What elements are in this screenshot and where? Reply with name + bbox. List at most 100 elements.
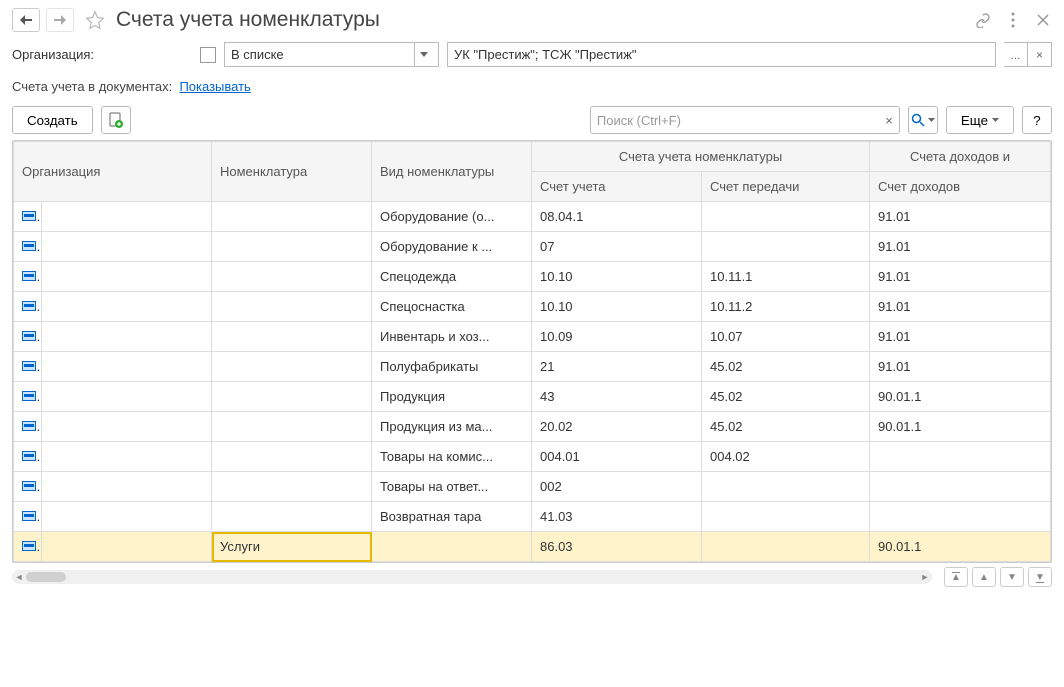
table-cell[interactable]: Товары на комис... [372, 442, 532, 472]
table-cell[interactable] [42, 412, 212, 442]
table-cell[interactable]: 10.09 [532, 322, 702, 352]
table-row[interactable]: Возвратная тара41.03 [14, 502, 1051, 532]
table-cell[interactable] [212, 322, 372, 352]
table-cell[interactable]: 10.07 [702, 322, 870, 352]
table-cell[interactable]: 91.01 [870, 262, 1051, 292]
table-cell[interactable] [212, 502, 372, 532]
col-header-account[interactable]: Счет учета [532, 172, 702, 202]
table-cell[interactable] [212, 292, 372, 322]
table-cell[interactable]: Возвратная тара [372, 502, 532, 532]
table-cell[interactable]: 41.03 [532, 502, 702, 532]
col-header-kind[interactable]: Вид номенклатуры [372, 142, 532, 202]
table-cell[interactable] [42, 292, 212, 322]
table-cell[interactable]: 004.01 [532, 442, 702, 472]
table-cell[interactable]: Товары на ответ... [372, 472, 532, 502]
table-cell[interactable] [212, 202, 372, 232]
table-cell[interactable]: 21 [532, 352, 702, 382]
table-cell[interactable]: 10.10 [532, 292, 702, 322]
table-cell[interactable]: 43 [532, 382, 702, 412]
dropdown-toggle-icon[interactable] [414, 43, 432, 66]
table-cell[interactable] [14, 442, 42, 472]
search-input[interactable]: Поиск (Ctrl+F) × [590, 106, 900, 134]
table-cell[interactable] [212, 442, 372, 472]
table-cell[interactable] [42, 322, 212, 352]
table-row[interactable]: Полуфабрикаты2145.0291.01 [14, 352, 1051, 382]
filter-clear-button[interactable]: × [1028, 42, 1052, 67]
table-cell[interactable] [42, 502, 212, 532]
filter-more-button[interactable]: ... [1004, 42, 1028, 67]
table-cell[interactable] [702, 472, 870, 502]
table-cell[interactable] [870, 442, 1051, 472]
table-cell[interactable] [14, 472, 42, 502]
table-cell[interactable]: 20.02 [532, 412, 702, 442]
table-row[interactable]: Инвентарь и хоз...10.0910.0791.01 [14, 322, 1051, 352]
table-row[interactable]: Товары на ответ...002 [14, 472, 1051, 502]
search-clear-icon[interactable]: × [885, 113, 893, 128]
create-button[interactable]: Создать [12, 106, 93, 134]
col-header-group-income[interactable]: Счета доходов и [870, 142, 1051, 172]
filter-value-field[interactable]: УК "Престиж"; ТСЖ "Престиж" [447, 42, 996, 67]
table-cell[interactable]: 90.01.1 [870, 412, 1051, 442]
table-cell[interactable] [14, 502, 42, 532]
table-cell[interactable]: Оборудование к ... [372, 232, 532, 262]
table-cell[interactable] [42, 472, 212, 502]
table-cell[interactable] [212, 412, 372, 442]
table-cell[interactable]: 91.01 [870, 202, 1051, 232]
nav-forward-button[interactable] [46, 8, 74, 32]
table-cell[interactable]: Услуги [212, 532, 372, 562]
table-cell[interactable] [212, 352, 372, 382]
search-button[interactable] [908, 106, 938, 134]
col-header-income[interactable]: Счет доходов [870, 172, 1051, 202]
nav-back-button[interactable] [12, 8, 40, 32]
table-cell[interactable]: 91.01 [870, 352, 1051, 382]
table-cell[interactable] [14, 232, 42, 262]
menu-dots-icon[interactable] [1004, 11, 1022, 29]
link-icon[interactable] [974, 11, 992, 29]
table-cell[interactable] [212, 472, 372, 502]
table-cell[interactable]: 10.11.2 [702, 292, 870, 322]
filter-org-checkbox[interactable] [200, 47, 216, 63]
table-cell[interactable]: Спецоснастка [372, 292, 532, 322]
table-cell[interactable] [702, 232, 870, 262]
table-cell[interactable] [372, 532, 532, 562]
filter-mode-dropdown[interactable]: В списке [224, 42, 439, 67]
nav-up-button[interactable]: ▲ [972, 567, 996, 587]
doc-accounts-link[interactable]: Показывать [179, 79, 250, 94]
table-row[interactable]: Услуги86.0390.01.1 [14, 532, 1051, 562]
table-cell[interactable] [212, 262, 372, 292]
table-cell[interactable] [14, 292, 42, 322]
table-cell[interactable] [14, 532, 42, 562]
table-cell[interactable] [702, 502, 870, 532]
table-cell[interactable] [702, 532, 870, 562]
table-cell[interactable]: 45.02 [702, 382, 870, 412]
table-cell[interactable]: 08.04.1 [532, 202, 702, 232]
table-cell[interactable] [14, 382, 42, 412]
table-row[interactable]: Оборудование (о...08.04.191.01 [14, 202, 1051, 232]
table-cell[interactable]: Полуфабрикаты [372, 352, 532, 382]
table-cell[interactable]: 90.01.1 [870, 382, 1051, 412]
table-row[interactable]: Продукция4345.0290.01.1 [14, 382, 1051, 412]
col-header-org[interactable]: Организация [14, 142, 212, 202]
table-row[interactable]: Товары на комис...004.01004.02 [14, 442, 1051, 472]
more-button[interactable]: Еще [946, 106, 1014, 134]
table-cell[interactable]: 002 [532, 472, 702, 502]
table-row[interactable]: Спецоснастка10.1010.11.291.01 [14, 292, 1051, 322]
nav-down-button[interactable]: ▼ [1000, 567, 1024, 587]
table-cell[interactable] [42, 382, 212, 412]
table-cell[interactable]: Спецодежда [372, 262, 532, 292]
table-cell[interactable] [870, 502, 1051, 532]
horizontal-scrollbar[interactable]: ◄ ► [12, 570, 932, 584]
table-cell[interactable]: 91.01 [870, 322, 1051, 352]
table-cell[interactable] [14, 412, 42, 442]
table-cell[interactable] [42, 442, 212, 472]
table-cell[interactable]: 45.02 [702, 412, 870, 442]
table-cell[interactable]: Инвентарь и хоз... [372, 322, 532, 352]
col-header-transfer[interactable]: Счет передачи [702, 172, 870, 202]
table-row[interactable]: Оборудование к ...0791.01 [14, 232, 1051, 262]
table-cell[interactable] [212, 382, 372, 412]
table-cell[interactable]: 45.02 [702, 352, 870, 382]
table-cell[interactable]: Продукция из ма... [372, 412, 532, 442]
table-cell[interactable]: 86.03 [532, 532, 702, 562]
help-button[interactable]: ? [1022, 106, 1052, 134]
scroll-thumb[interactable] [26, 572, 66, 582]
